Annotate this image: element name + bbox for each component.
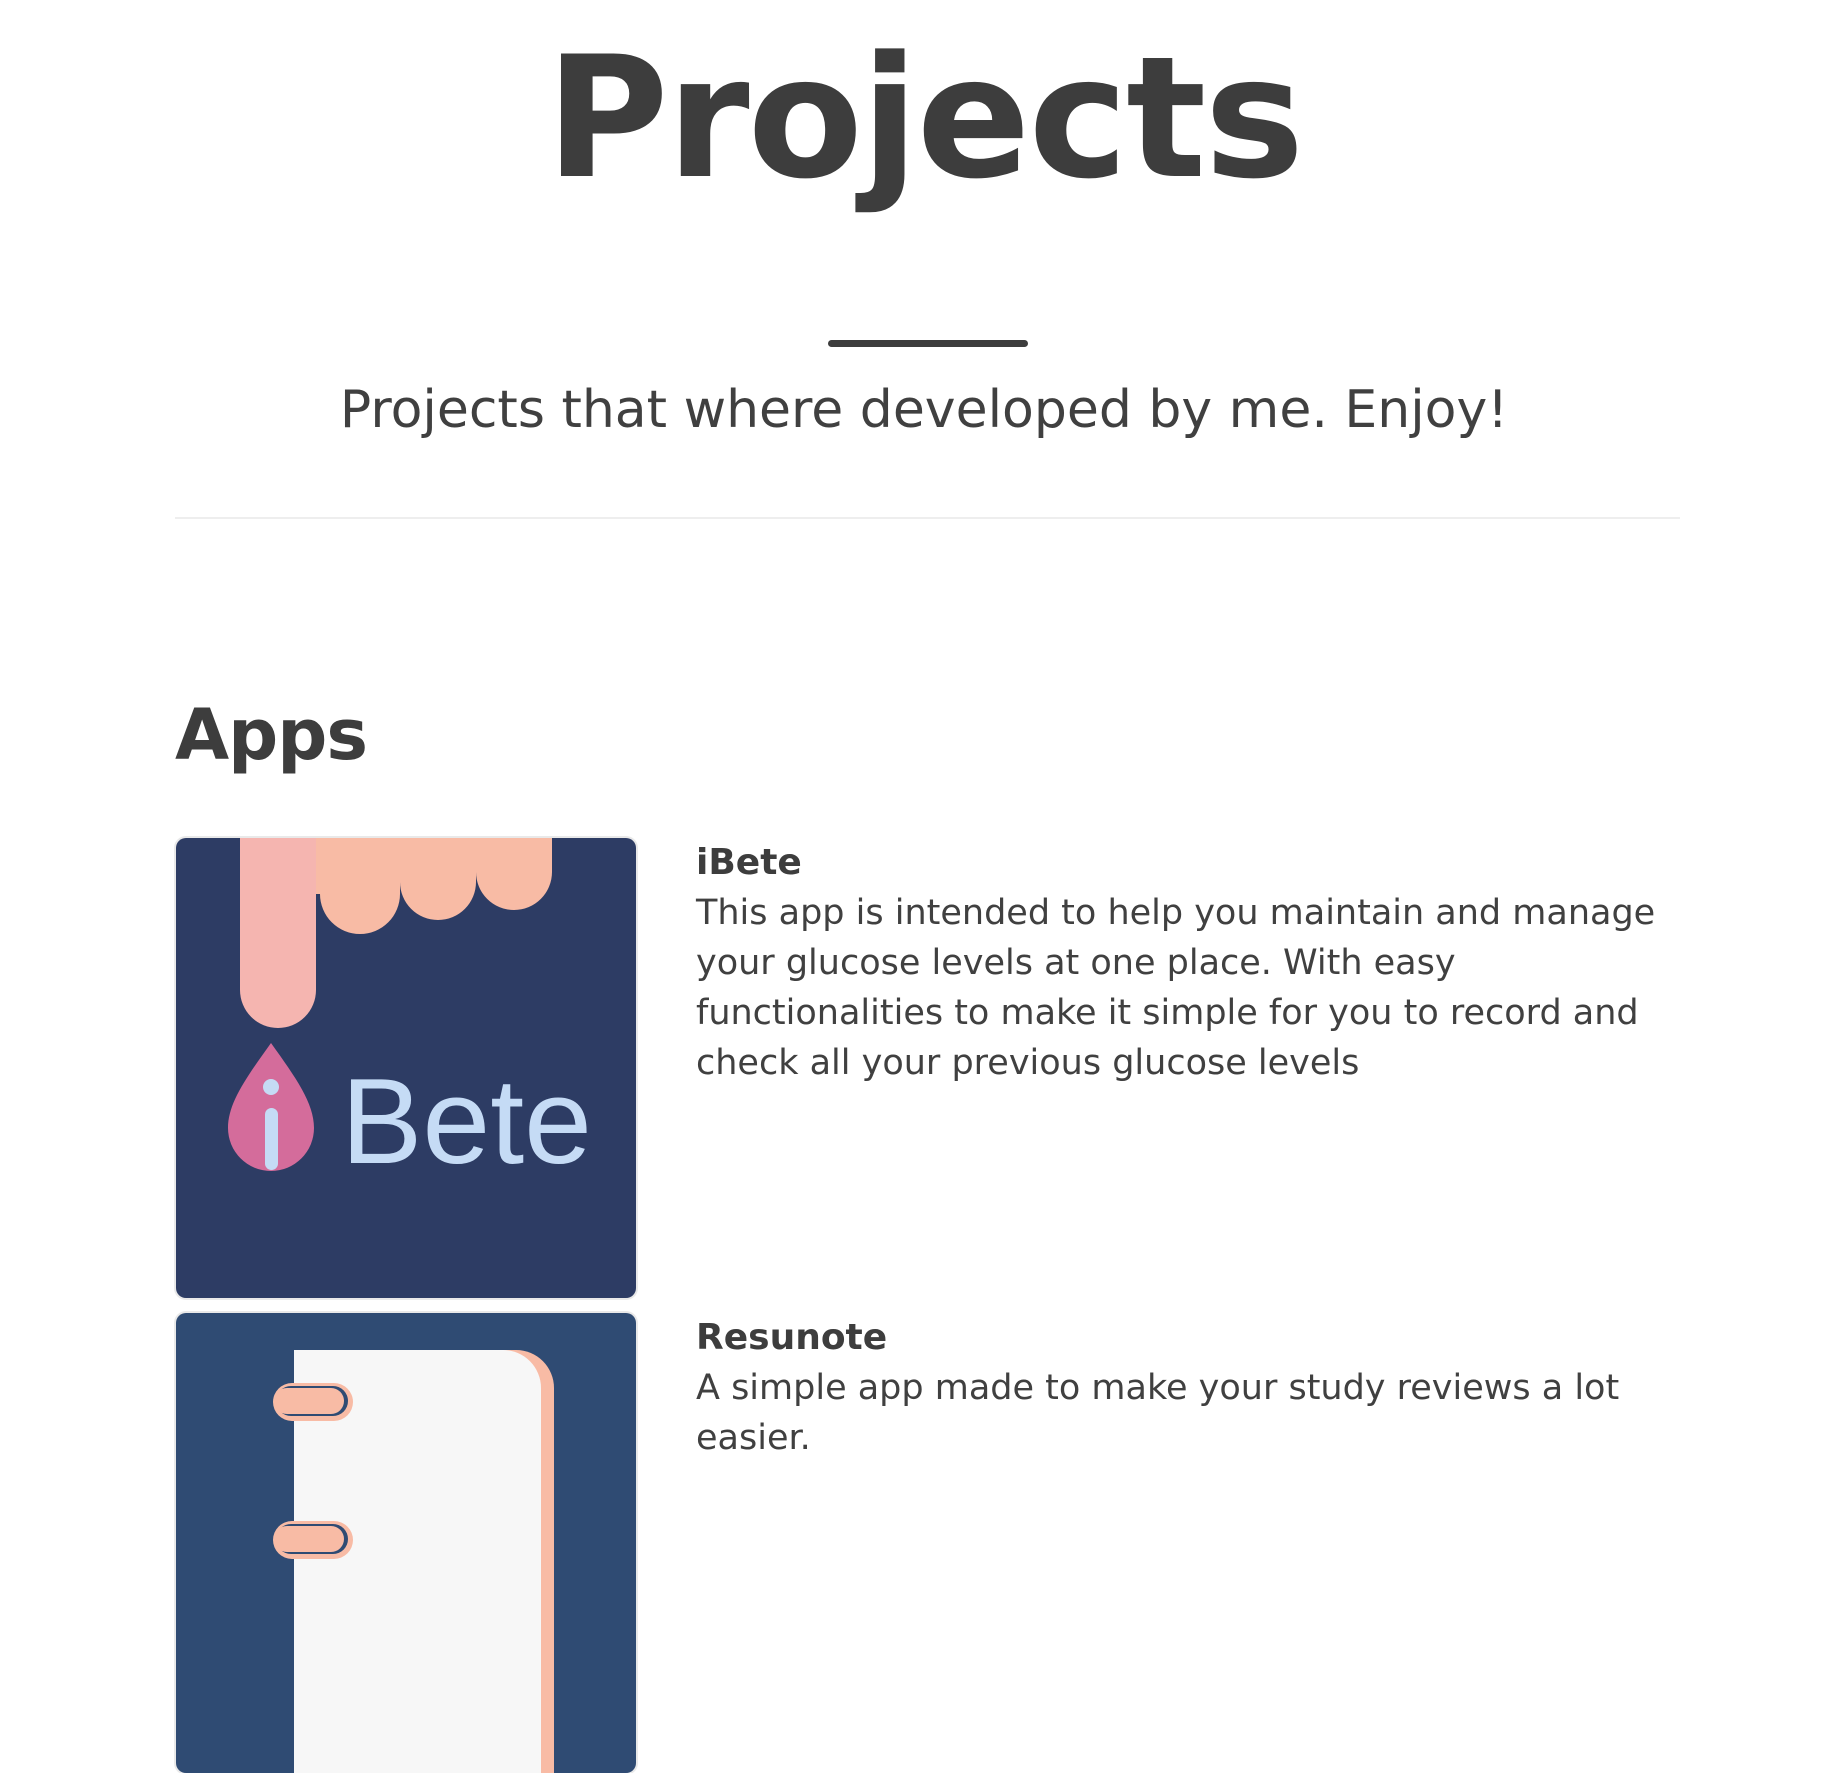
title-underline bbox=[828, 340, 1028, 347]
resunote-app-info: Resunote A simple app made to make your … bbox=[696, 1313, 1676, 1463]
ibete-app-name[interactable]: iBete bbox=[696, 838, 1676, 888]
ibete-logo-icon: Bete bbox=[228, 838, 592, 1189]
ibete-logo-text: Bete bbox=[341, 1053, 592, 1189]
ibete-app-description: This app is intended to help you maintai… bbox=[696, 893, 1656, 1083]
page-subtitle: Projects that where developed by me. Enj… bbox=[339, 380, 1509, 440]
resunote-app-image[interactable] bbox=[176, 1313, 636, 1773]
ibete-app-info: iBete This app is intended to help you m… bbox=[696, 838, 1676, 1088]
apps-section-heading: Apps bbox=[175, 694, 368, 776]
section-divider bbox=[175, 517, 1680, 519]
resunote-app-name[interactable]: Resunote bbox=[696, 1313, 1676, 1363]
page-title: Projects bbox=[545, 20, 1305, 216]
resunote-app-description: A simple app made to make your study rev… bbox=[696, 1368, 1620, 1458]
notebook-icon bbox=[273, 1350, 554, 1773]
ibete-app-image[interactable]: Bete bbox=[176, 838, 636, 1298]
